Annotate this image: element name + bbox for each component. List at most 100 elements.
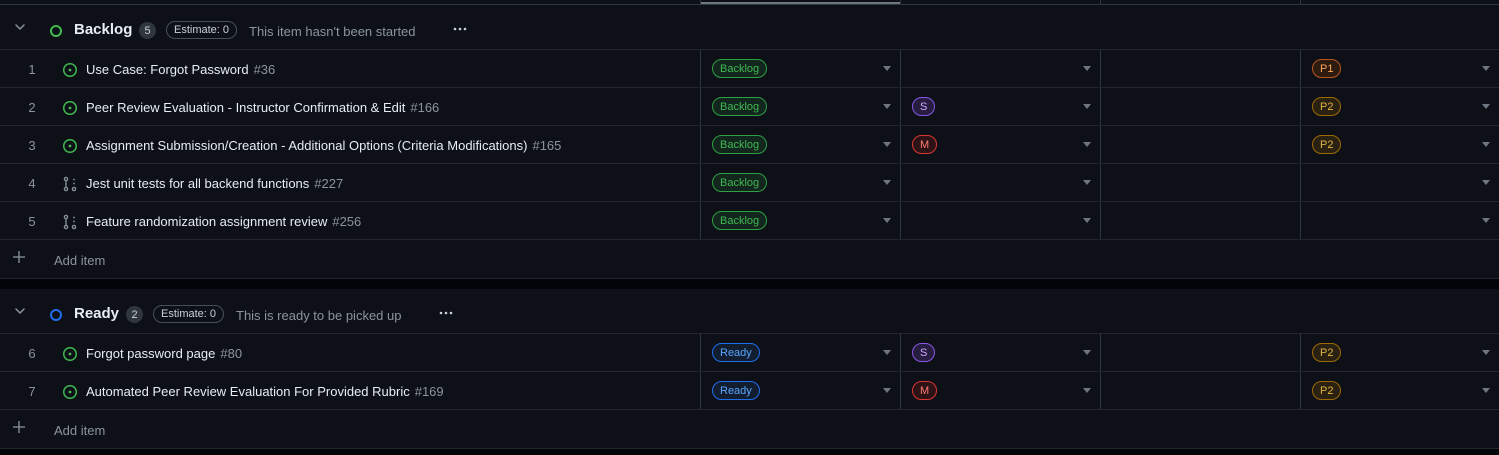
status-pill: Backlog: [712, 59, 768, 78]
item-title-text: Automated Peer Review Evaluation For Pro…: [86, 384, 410, 399]
cell-estimate[interactable]: [1100, 372, 1300, 409]
dropdown-caret-icon[interactable]: [1482, 142, 1490, 147]
table-row[interactable]: 1 Use Case: Forgot Password #36 Backlog P1: [0, 50, 1499, 88]
group-count-badge: 2: [126, 306, 143, 323]
cell-size[interactable]: [900, 50, 1100, 87]
cell-estimate[interactable]: [1100, 88, 1300, 125]
size-pill: M: [912, 381, 938, 400]
chevron-down-icon[interactable]: [12, 303, 28, 319]
cell-estimate[interactable]: [1100, 126, 1300, 163]
cell-status[interactable]: Backlog: [700, 88, 900, 125]
row-number: 7: [28, 384, 36, 399]
issue-opened-icon: [62, 346, 78, 362]
cell-priority[interactable]: [1300, 164, 1499, 201]
status-pill: Ready: [712, 343, 760, 362]
item-number: #36: [253, 62, 276, 77]
item-title-link[interactable]: Assignment Submission/Creation - Additio…: [86, 138, 561, 153]
status-pill: Ready: [712, 381, 760, 400]
add-item-button[interactable]: Add item: [0, 410, 1499, 449]
dropdown-caret-icon[interactable]: [883, 180, 891, 185]
cell-priority[interactable]: P2: [1300, 334, 1499, 371]
dropdown-caret-icon[interactable]: [883, 104, 891, 109]
cell-priority[interactable]: P2: [1300, 126, 1499, 163]
dropdown-caret-icon[interactable]: [1083, 388, 1091, 393]
size-pill: S: [912, 97, 936, 116]
cell-size[interactable]: [900, 164, 1100, 201]
item-number: #227: [314, 176, 344, 191]
item-title-link[interactable]: Forgot password page #80: [86, 346, 242, 361]
cell-estimate[interactable]: [1100, 202, 1300, 239]
table-row[interactable]: 5 Feature randomization assignment review…: [0, 202, 1499, 240]
cell-status[interactable]: Backlog: [700, 164, 900, 201]
item-number: #169: [414, 384, 444, 399]
group-title: Backlog: [74, 21, 133, 38]
dropdown-caret-icon[interactable]: [1482, 180, 1490, 185]
item-number: #256: [332, 214, 362, 229]
table-row[interactable]: 6 Forgot password page #80 Ready S P2: [0, 334, 1499, 372]
group-title: Ready: [74, 305, 120, 322]
dropdown-caret-icon[interactable]: [1482, 218, 1490, 223]
cell-size[interactable]: M: [900, 126, 1100, 163]
item-title-link[interactable]: Automated Peer Review Evaluation For Pro…: [86, 384, 444, 399]
kebab-horizontal-icon[interactable]: [436, 303, 456, 323]
cell-priority[interactable]: P2: [1300, 372, 1499, 409]
group-header: Ready 2 Estimate: 0 This is ready to be pic…: [0, 289, 1499, 334]
dropdown-caret-icon[interactable]: [883, 142, 891, 147]
dropdown-caret-icon[interactable]: [1482, 104, 1490, 109]
dropdown-caret-icon[interactable]: [883, 66, 891, 71]
dropdown-caret-icon[interactable]: [1083, 142, 1091, 147]
item-title-link[interactable]: Feature randomization assignment review #…: [86, 214, 361, 229]
dropdown-caret-icon[interactable]: [1083, 180, 1091, 185]
priority-pill: P2: [1312, 381, 1342, 400]
git-pull-request-draft-icon: [62, 214, 78, 230]
dropdown-caret-icon[interactable]: [1083, 350, 1091, 355]
cell-estimate[interactable]: [1100, 334, 1300, 371]
item-title-link[interactable]: Jest unit tests for all backend function…: [86, 176, 343, 191]
item-title-text: Use Case: Forgot Password: [86, 62, 249, 77]
table-row[interactable]: 2 Peer Review Evaluation - Instructor Con…: [0, 88, 1499, 126]
add-item-button[interactable]: Add item: [0, 240, 1499, 279]
dropdown-caret-icon[interactable]: [883, 388, 891, 393]
cell-size[interactable]: [900, 202, 1100, 239]
row-number: 6: [28, 346, 36, 361]
chevron-down-icon[interactable]: [12, 19, 28, 35]
table-row[interactable]: 4 Jest unit tests for all backend functio…: [0, 164, 1499, 202]
cell-priority[interactable]: [1300, 202, 1499, 239]
issue-opened-icon: [62, 62, 78, 78]
cell-priority[interactable]: P1: [1300, 50, 1499, 87]
cell-estimate[interactable]: [1100, 50, 1300, 87]
item-title-text: Feature randomization assignment review: [86, 214, 328, 229]
cell-size[interactable]: S: [900, 88, 1100, 125]
table-row[interactable]: 3 Assignment Submission/Creation - Additi…: [0, 126, 1499, 164]
add-item-label: Add item: [54, 253, 106, 268]
size-pill: S: [912, 343, 936, 362]
active-column-indicator: [701, 2, 900, 4]
dropdown-caret-icon[interactable]: [1482, 66, 1490, 71]
issue-opened-icon: [62, 100, 78, 116]
cell-status[interactable]: Backlog: [700, 202, 900, 239]
cell-status[interactable]: Ready: [700, 372, 900, 409]
cell-priority[interactable]: P2: [1300, 88, 1499, 125]
item-number: #165: [532, 138, 562, 153]
item-number: #80: [220, 346, 243, 361]
cell-status[interactable]: Backlog: [700, 50, 900, 87]
cell-size[interactable]: S: [900, 334, 1100, 371]
dropdown-caret-icon[interactable]: [1083, 104, 1091, 109]
dropdown-caret-icon[interactable]: [883, 350, 891, 355]
item-title-link[interactable]: Use Case: Forgot Password #36: [86, 62, 275, 77]
cell-estimate[interactable]: [1100, 164, 1300, 201]
group-description: This is ready to be picked up: [236, 308, 402, 323]
dropdown-caret-icon[interactable]: [1083, 66, 1091, 71]
dropdown-caret-icon[interactable]: [883, 218, 891, 223]
cell-size[interactable]: M: [900, 372, 1100, 409]
cell-status[interactable]: Backlog: [700, 126, 900, 163]
dropdown-caret-icon[interactable]: [1482, 388, 1490, 393]
item-number: #166: [410, 100, 440, 115]
table-row[interactable]: 7 Automated Peer Review Evaluation For Pr…: [0, 372, 1499, 410]
cell-status[interactable]: Ready: [700, 334, 900, 371]
add-item-label: Add item: [54, 423, 106, 438]
item-title-link[interactable]: Peer Review Evaluation - Instructor Conf…: [86, 100, 439, 115]
dropdown-caret-icon[interactable]: [1083, 218, 1091, 223]
kebab-horizontal-icon[interactable]: [450, 19, 470, 39]
dropdown-caret-icon[interactable]: [1482, 350, 1490, 355]
